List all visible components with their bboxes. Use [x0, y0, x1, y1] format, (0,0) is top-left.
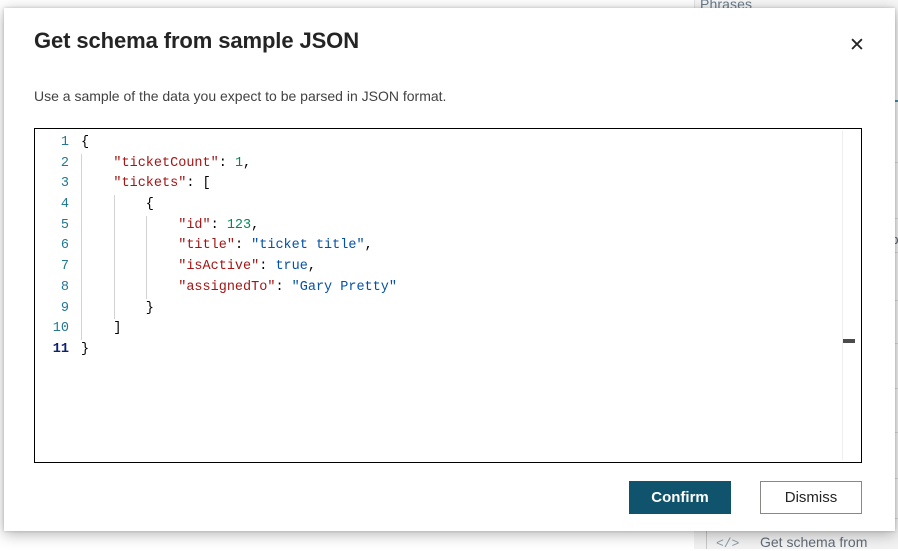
line-number: 6 — [60, 238, 69, 254]
code-line[interactable]: 9 } — [35, 298, 839, 320]
code-lines[interactable]: 1{2 "ticketCount": 1, 3 "tickets": [4 {5 … — [35, 133, 839, 462]
dialog-subtitle: Use a sample of the data you expect to b… — [34, 88, 447, 104]
code-token: "isActive" — [178, 259, 260, 275]
code-token: "assignedTo" — [178, 279, 276, 295]
line-number: 9 — [60, 300, 69, 316]
code-token: 1 — [234, 155, 244, 171]
dismiss-button[interactable]: Dismiss — [760, 481, 862, 514]
json-code-editor[interactable]: 1{2 "ticketCount": 1, 3 "tickets": [4 {5 … — [34, 128, 862, 463]
indent-guide — [81, 236, 82, 258]
code-token: : — [210, 217, 227, 233]
indent-guide — [113, 215, 115, 237]
indent-guide — [146, 215, 148, 237]
close-icon[interactable]: ✕ — [841, 30, 873, 62]
indent-guide — [146, 257, 148, 278]
code-token: true — [275, 259, 308, 275]
code-token: "tickets" — [113, 176, 187, 192]
code-token: , — [364, 238, 373, 254]
background-footer-label: Get schema from — [760, 534, 868, 550]
indent-guide — [113, 195, 115, 216]
indent-guide — [113, 236, 115, 258]
indent-guide — [81, 153, 82, 175]
editor-scrollbar[interactable] — [842, 131, 855, 460]
line-number: 8 — [60, 279, 69, 295]
line-number: 10 — [52, 321, 69, 337]
code-token: , — [307, 259, 316, 275]
confirm-button[interactable]: Confirm — [629, 481, 731, 514]
line-number: 5 — [60, 217, 69, 233]
code-line[interactable]: 8 "assignedTo": "Gary Pretty" — [35, 277, 839, 299]
line-number: 11 — [52, 341, 69, 357]
code-token: : [ — [186, 176, 211, 192]
indent-guide — [81, 277, 82, 299]
code-token: : — [259, 259, 276, 275]
line-number: 1 — [60, 135, 69, 150]
indent-guide — [113, 277, 115, 299]
code-line[interactable]: 2 "ticketCount": 1, — [35, 153, 839, 175]
indent-guide — [81, 195, 82, 216]
code-token: "ticketCount" — [113, 155, 219, 171]
get-schema-dialog: Get schema from sample JSON ✕ Use a samp… — [4, 8, 895, 531]
code-token: "ticket title" — [251, 238, 365, 254]
indent-guide — [81, 298, 82, 320]
indent-guide — [113, 298, 115, 320]
code-line[interactable]: 1{ — [35, 133, 839, 154]
code-token: , — [251, 217, 260, 233]
indent-guide — [81, 319, 82, 340]
code-line[interactable]: 3 "tickets": [ — [35, 174, 839, 196]
dialog-title: Get schema from sample JSON — [34, 28, 359, 53]
indent-guide — [81, 215, 82, 237]
code-token: 123 — [226, 217, 252, 233]
code-line[interactable]: 6 "title": "ticket title", — [35, 236, 839, 258]
code-line[interactable]: 11} — [35, 340, 839, 361]
code-token: : — [275, 279, 292, 295]
code-line[interactable]: 4 { — [35, 195, 839, 216]
code-token: : — [218, 155, 235, 171]
code-token: "id" — [178, 217, 211, 233]
code-token: : — [234, 238, 252, 254]
line-number: 7 — [60, 259, 69, 275]
code-token: "Gary Pretty" — [291, 279, 397, 295]
code-line[interactable]: 5 "id": 123, — [35, 215, 839, 237]
line-number: 4 — [60, 197, 69, 213]
indent-guide — [146, 277, 148, 299]
indent-guide — [146, 236, 148, 258]
code-token: ] — [81, 321, 122, 337]
indent-guide — [81, 257, 82, 278]
code-token: "title" — [178, 238, 235, 254]
line-number: 3 — [60, 176, 69, 192]
editor-scroll-thumb[interactable] — [843, 339, 855, 343]
code-token: { — [81, 135, 90, 150]
background-footer-divider — [706, 531, 707, 549]
code-token: } — [81, 300, 154, 316]
line-number: 2 — [60, 155, 69, 171]
code-line[interactable]: 10 ] — [35, 319, 839, 340]
code-token: { — [81, 197, 154, 213]
indent-guide — [113, 257, 115, 278]
indent-guide — [81, 174, 82, 196]
code-token: , — [243, 155, 252, 171]
code-line[interactable]: 7 "isActive": true, — [35, 257, 839, 278]
code-token: } — [81, 341, 90, 357]
